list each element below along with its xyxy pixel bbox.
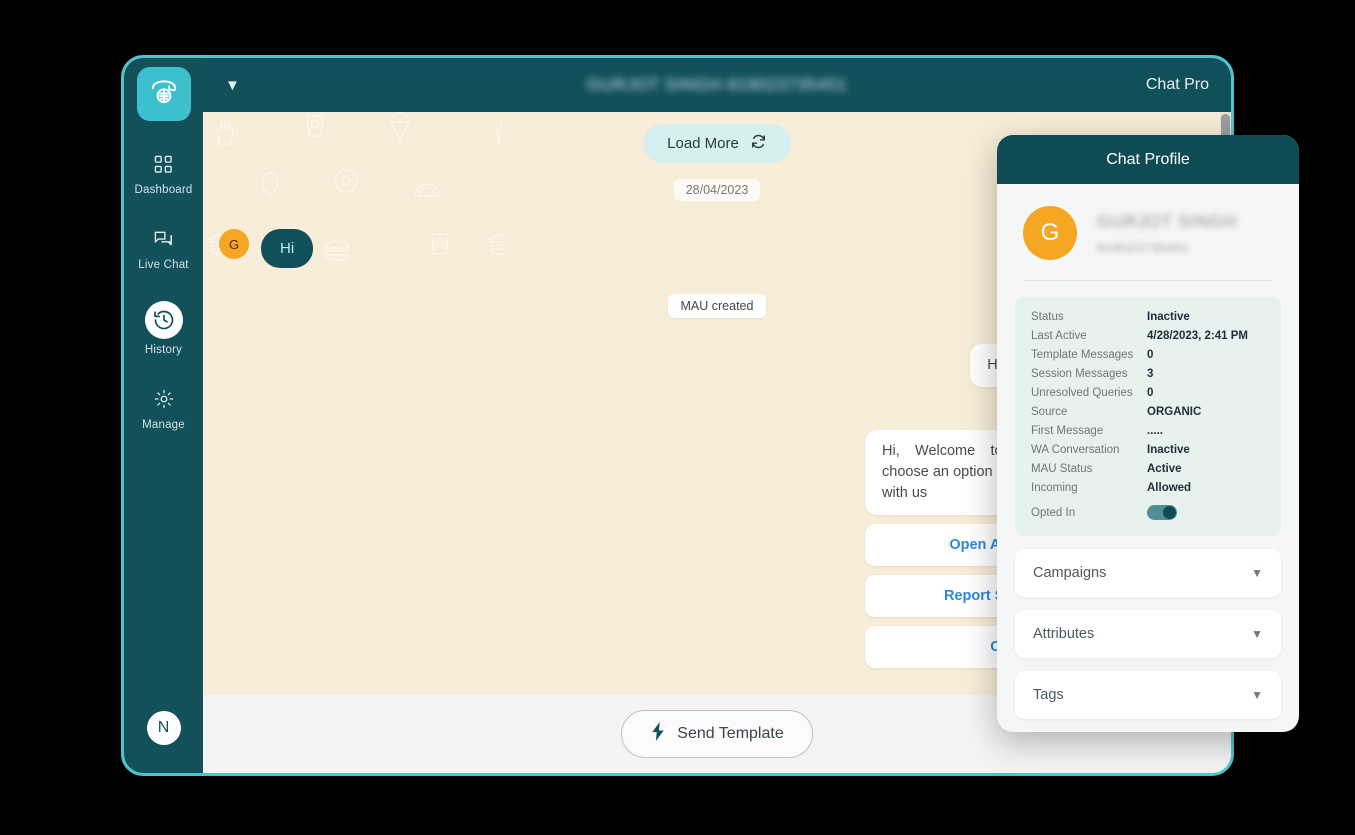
chat-windows-icon [153, 226, 174, 252]
fact-key: WA Conversation [1031, 444, 1120, 456]
conversation-title: GURJOT SINGH-919023735451 [587, 75, 847, 94]
chat-profile-panel: Chat Profile G GURJOT SINGH 919023735451… [997, 135, 1299, 732]
sidebar-item-live-chat[interactable]: Live Chat [124, 226, 203, 271]
message-text-before: Hi, Welcome to [882, 443, 1003, 460]
fact-value: ORGANIC [1147, 406, 1202, 418]
chat-profile-tab-label[interactable]: Chat Pro [1146, 76, 1209, 94]
fact-row: Incoming Allowed [1031, 482, 1265, 494]
fact-row: Status Inactive [1031, 311, 1265, 323]
grid-icon [154, 151, 173, 177]
fact-key: Session Messages [1031, 368, 1128, 380]
contact-name: GURJOT SINGH [1097, 211, 1238, 231]
opted-in-toggle[interactable] [1147, 505, 1177, 520]
sidebar-item-history[interactable]: History [124, 301, 203, 356]
fact-key: First Message [1031, 425, 1104, 437]
fact-value: Active [1147, 463, 1182, 475]
fact-value: Allowed [1147, 482, 1192, 494]
fact-value: Inactive [1147, 311, 1190, 323]
contact-identity: G GURJOT SINGH 919023735451 [1015, 184, 1281, 280]
avatar: G [1023, 206, 1077, 260]
telephone-icon [149, 77, 179, 112]
accordion-attributes[interactable]: Attributes ▼ [1015, 610, 1281, 658]
fact-row: Source ORGANIC [1031, 406, 1265, 418]
gear-icon [154, 386, 174, 412]
chat-profile-header: Chat Profile [997, 135, 1299, 184]
clock-rewind-icon [144, 301, 183, 339]
fact-row: WA Conversation Inactive [1031, 444, 1265, 456]
sidebar-item-label: Live Chat [138, 259, 189, 271]
accordion-tags[interactable]: Tags ▼ [1015, 671, 1281, 719]
sidebar-item-label: Manage [142, 419, 185, 431]
chat-profile-title: Chat Profile [1106, 150, 1190, 168]
system-event-chip: MAU created [667, 294, 767, 318]
accordion-label: Attributes [1033, 626, 1095, 642]
sidebar-item-label: Dashboard [134, 184, 193, 196]
avatar-initial: G [1040, 219, 1060, 246]
refresh-icon [750, 133, 767, 154]
fact-key: Opted In [1031, 506, 1076, 519]
divider [1023, 280, 1273, 281]
fact-row: Template Messages 0 [1031, 349, 1265, 361]
load-more-button[interactable]: Load More [643, 124, 791, 163]
avatar-initial: G [228, 236, 240, 252]
fact-value: ..... [1147, 425, 1163, 437]
top-bar: ▼ GURJOT SINGH-919023735451 Chat Pro [203, 58, 1231, 112]
lightning-bolt-icon [650, 722, 666, 746]
sidebar-item-manage[interactable]: Manage [124, 386, 203, 431]
fact-key: Incoming [1031, 482, 1078, 494]
send-template-button[interactable]: Send Template [621, 710, 813, 758]
chevron-down-icon: ▼ [1251, 566, 1263, 580]
message-bubble: Hi [261, 229, 314, 268]
fact-row: First Message..... [1031, 425, 1265, 437]
date-separator: 28/04/2023 [673, 179, 761, 201]
load-more-label: Load More [667, 135, 739, 152]
avatar-initial: N [157, 719, 170, 736]
send-template-label: Send Template [677, 725, 784, 742]
accordion-label: Tags [1033, 687, 1064, 703]
accordion-label: Campaigns [1033, 565, 1107, 581]
chevron-down-icon[interactable]: ▼ [225, 78, 240, 93]
fact-value: 0 [1147, 349, 1154, 361]
chevron-down-icon: ▼ [1251, 627, 1263, 641]
contact-facts-table: Status Inactive Last Active 4/28/2023, 2:4… [1015, 297, 1281, 536]
app-logo[interactable] [136, 67, 191, 121]
sidebar: Dashboard Live Chat History Manage N [124, 58, 203, 773]
fact-value: 0 [1147, 387, 1154, 399]
fact-key: MAU Status [1031, 463, 1093, 475]
fact-key: Template Messages [1031, 349, 1134, 361]
fact-row: Last Active 4/28/2023, 2:41 PM [1031, 330, 1265, 342]
accordion-campaigns[interactable]: Campaigns ▼ [1015, 549, 1281, 597]
chat-profile-body: G GURJOT SINGH 919023735451 Status Inacti… [997, 184, 1299, 732]
sidebar-item-label: History [144, 344, 183, 356]
sidebar-item-dashboard[interactable]: Dashboard [124, 151, 203, 196]
fact-key: Unresolved Queries [1031, 387, 1133, 399]
fact-key: Last Active [1031, 330, 1087, 342]
fact-row: Unresolved Queries 0 [1031, 387, 1265, 399]
fact-key: Source [1031, 406, 1068, 418]
fact-row-opted-in: Opted In [1031, 505, 1265, 520]
fact-value: 4/28/2023, 2:41 PM [1147, 330, 1249, 342]
avatar: G [219, 229, 249, 259]
fact-value: Inactive [1147, 444, 1190, 456]
contact-phone: 919023735451 [1097, 240, 1190, 255]
fact-key: Status [1031, 311, 1064, 323]
chevron-down-icon: ▼ [1251, 688, 1263, 702]
fact-row: MAU Status Active [1031, 463, 1265, 475]
fact-row: Session Messages 3 [1031, 368, 1265, 380]
fact-value: 3 [1147, 368, 1154, 380]
avatar[interactable]: N [146, 711, 181, 745]
